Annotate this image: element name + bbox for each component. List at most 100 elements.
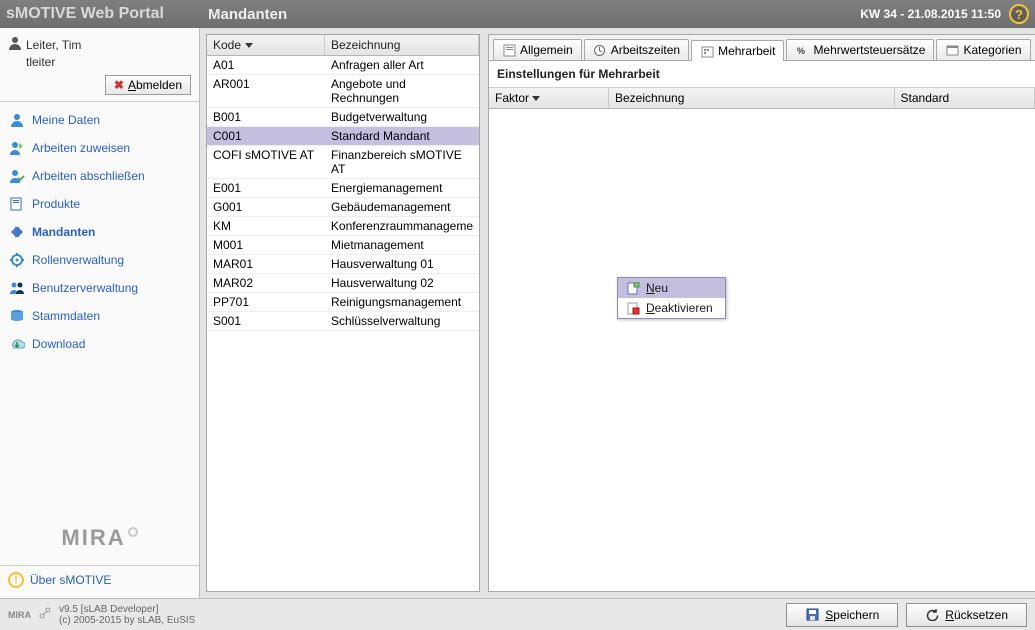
stammdaten-icon xyxy=(8,308,26,324)
footer-version: v9.5 [sLAB Developer] xyxy=(59,604,195,615)
tab-allgemein[interactable]: Allgemein xyxy=(493,39,582,60)
arbeitszeiten-tab-icon xyxy=(593,43,607,57)
info-icon: ! xyxy=(8,572,24,588)
cell-kode: PP701 xyxy=(207,293,325,311)
cell-bezeichnung: Schlüsselverwaltung xyxy=(325,312,479,330)
detail-panel: Allgemein Arbeitszeiten Mehrarbeit% Mehrwer… xyxy=(488,34,1035,592)
sidebar-item-mandanten[interactable]: Mandanten xyxy=(0,218,199,246)
table-row[interactable]: AR001Angebote und Rechnungen xyxy=(207,75,479,108)
tab-arbeitszeiten[interactable]: Arbeitszeiten xyxy=(584,39,689,60)
sidebar-item-download[interactable]: Download xyxy=(0,330,199,358)
mandanten-icon xyxy=(8,224,26,240)
sidebar-item-benutzerverwaltung[interactable]: Benutzerverwaltung xyxy=(0,274,199,302)
sidebar-item-arbeiten-abschliessen[interactable]: Arbeiten abschließen xyxy=(0,162,199,190)
close-icon: ✖ xyxy=(114,78,124,92)
allgemein-tab-icon xyxy=(502,43,516,57)
sidebar-item-label: Arbeiten abschließen xyxy=(32,169,145,183)
tab-mehrarbeit[interactable]: Mehrarbeit xyxy=(691,40,784,61)
cell-kode: MAR02 xyxy=(207,274,325,292)
produkte-icon xyxy=(8,196,26,212)
about-link[interactable]: ! Über sMOTIVE xyxy=(8,572,191,588)
sidebar-item-arbeiten-zuweisen[interactable]: Arbeiten zuweisen xyxy=(0,134,199,162)
table-row[interactable]: B001Budgetverwaltung xyxy=(207,108,479,127)
table-row[interactable]: S001Schlüsselverwaltung xyxy=(207,312,479,331)
cell-kode: COFI sMOTIVE AT xyxy=(207,146,325,178)
ctx-deaktivieren[interactable]: Deaktivieren xyxy=(618,298,725,318)
kategorien-tab-icon xyxy=(945,43,959,57)
table-row[interactable]: MAR01Hausverwaltung 01 xyxy=(207,255,479,274)
tab-label: Kategorien xyxy=(963,43,1021,57)
detail-grid-body[interactable]: Neu Deaktivieren xyxy=(489,109,1035,591)
help-icon[interactable]: ? xyxy=(1009,4,1029,24)
table-row[interactable]: G001Gebäudemanagement xyxy=(207,198,479,217)
ctx-neu[interactable]: Neu xyxy=(618,278,725,298)
sidebar-item-label: Download xyxy=(32,337,85,351)
cell-bezeichnung: Konferenzraummanageme xyxy=(325,217,479,235)
cell-kode: E001 xyxy=(207,179,325,197)
mwst-tab-icon: % xyxy=(795,43,809,57)
tab-label: Allgemein xyxy=(520,43,573,57)
save-icon xyxy=(805,608,819,622)
col-header-standard[interactable]: Standard xyxy=(895,88,1035,108)
mira-logo: MIRA xyxy=(61,525,137,565)
table-row[interactable]: M001Mietmanagement xyxy=(207,236,479,255)
cell-bezeichnung: Mietmanagement xyxy=(325,236,479,254)
tab-mwst[interactable]: % Mehrwertsteuersätze xyxy=(786,39,934,60)
cell-kode: AR001 xyxy=(207,75,325,107)
table-row[interactable]: PP701Reinigungsmanagement xyxy=(207,293,479,312)
cell-kode: A01 xyxy=(207,56,325,74)
save-button[interactable]: Speichern xyxy=(786,603,898,627)
user-display-name: Leiter, Tim xyxy=(26,38,81,52)
col-header-kode[interactable]: Kode xyxy=(207,35,325,55)
cell-bezeichnung: Hausverwaltung 02 xyxy=(325,274,479,292)
logout-button[interactable]: ✖ Abmelden xyxy=(105,75,191,95)
meine-daten-icon xyxy=(8,112,26,128)
cell-bezeichnung: Anfragen aller Art xyxy=(325,56,479,74)
footer-logo: MIRA xyxy=(8,610,31,620)
tab-label: Mehrwertsteuersätze xyxy=(813,43,925,57)
tab-kategorien[interactable]: Kategorien xyxy=(936,39,1030,60)
cell-kode: MAR01 xyxy=(207,255,325,273)
footer-logo-icon xyxy=(39,607,51,622)
sidebar-item-stammdaten[interactable]: Stammdaten xyxy=(0,302,199,330)
arbeiten-zuweisen-icon xyxy=(8,140,26,156)
sort-caret-icon xyxy=(245,43,253,48)
col-header-faktor[interactable]: Faktor xyxy=(489,88,609,108)
col-header-bezeichnung[interactable]: Bezeichnung xyxy=(325,35,479,55)
sidebar-item-rollenverwaltung[interactable]: Rollenverwaltung xyxy=(0,246,199,274)
undo-icon xyxy=(925,608,939,622)
section-title: Einstellungen für Mehrarbeit xyxy=(489,61,1035,87)
sidebar-item-produkte[interactable]: Produkte xyxy=(0,190,199,218)
cell-kode: KM xyxy=(207,217,325,235)
reset-button[interactable]: Rücksetzen xyxy=(906,603,1027,627)
cell-bezeichnung: Hausverwaltung 01 xyxy=(325,255,479,273)
cell-kode: B001 xyxy=(207,108,325,126)
nav: Meine DatenArbeiten zuweisen Arbeiten abs… xyxy=(0,101,199,362)
cell-bezeichnung: Budgetverwaltung xyxy=(325,108,479,126)
sidebar-item-label: Mandanten xyxy=(32,225,95,239)
sidebar-item-meine-daten[interactable]: Meine Daten xyxy=(0,106,199,134)
user-icon xyxy=(8,36,22,53)
table-row[interactable]: E001Energiemanagement xyxy=(207,179,479,198)
cell-bezeichnung: Reinigungsmanagement xyxy=(325,293,479,311)
table-row[interactable]: COFI sMOTIVE ATFinanzbereich sMOTIVE AT xyxy=(207,146,479,179)
table-row[interactable]: A01Anfragen aller Art xyxy=(207,56,479,75)
cell-bezeichnung: Standard Mandant xyxy=(325,127,479,145)
table-row[interactable]: MAR02Hausverwaltung 02 xyxy=(207,274,479,293)
sidebar-item-label: Rollenverwaltung xyxy=(32,253,124,267)
table-row[interactable]: C001Standard Mandant xyxy=(207,127,479,146)
context-menu: Neu Deaktivieren xyxy=(617,277,726,319)
cell-bezeichnung: Angebote und Rechnungen xyxy=(325,75,479,107)
table-row[interactable]: KMKonferenzraummanageme xyxy=(207,217,479,236)
col-header-bezeichnung-detail[interactable]: Bezeichnung xyxy=(609,88,895,108)
datetime-label: KW 34 - 21.08.2015 11:50 xyxy=(860,7,1001,21)
cell-kode: S001 xyxy=(207,312,325,330)
sort-caret-icon xyxy=(532,96,540,101)
logout-label-tail: bmelden xyxy=(136,78,182,92)
mandanten-grid: Kode Bezeichnung A01Anfragen aller ArtAR… xyxy=(206,34,480,592)
top-bar: sMOTIVE Web Portal Mandanten KW 34 - 21.… xyxy=(0,0,1035,28)
tab-label: Mehrarbeit xyxy=(718,44,775,58)
new-file-icon xyxy=(626,281,640,295)
page-title: Mandanten xyxy=(200,6,287,23)
sidebar: Leiter, Tim tleiter ✖ Abmelden Meine Dat… xyxy=(0,28,200,598)
